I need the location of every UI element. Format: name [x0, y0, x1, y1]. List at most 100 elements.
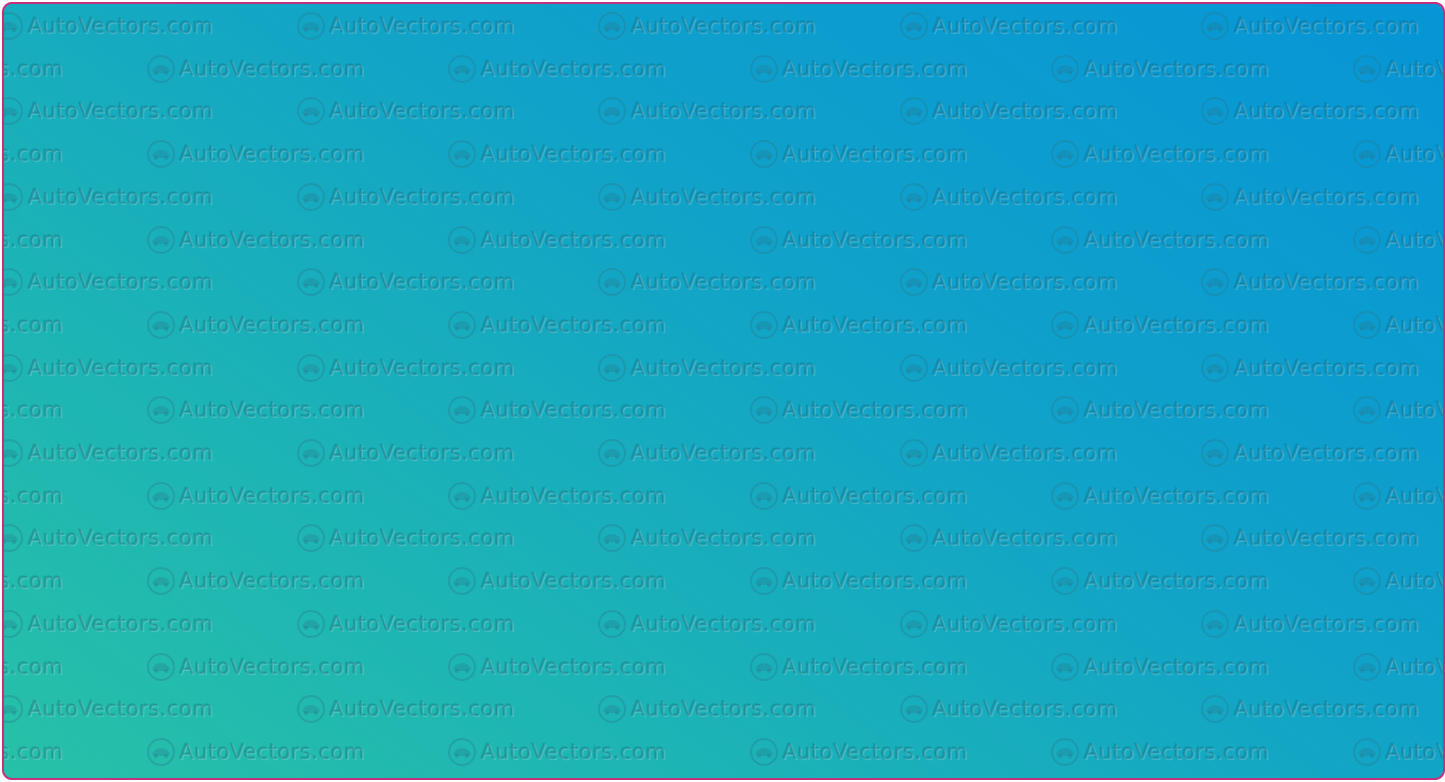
watermark-item: AutoVectors.com: [447, 53, 667, 85]
autovectors-logo-icon: [447, 54, 477, 84]
watermark-item: AutoVectors.com: [1200, 95, 1420, 127]
watermark-item: AutoVectors.com: [4, 480, 64, 512]
watermark-text: AutoVectors.com: [1084, 654, 1270, 679]
watermark-item: AutoVectors.com: [899, 693, 1119, 725]
watermark-text: AutoVectors.com: [4, 398, 64, 423]
watermark-item: AutoVectors.com: [296, 693, 516, 725]
autovectors-logo-icon: [597, 523, 627, 553]
autovectors-logo-icon: [146, 54, 176, 84]
watermark-text: AutoVectors.com: [28, 526, 214, 551]
autovectors-logo-icon: [146, 310, 176, 340]
watermark-text: AutoVectors.com: [4, 483, 64, 508]
watermark-item: AutoVectors.com: [447, 565, 667, 597]
watermark-item: AutoVectors.com: [1200, 352, 1420, 384]
watermark-item: AutoVectors.com: [749, 736, 969, 768]
autovectors-logo-icon: [1352, 737, 1382, 767]
watermark-item: AutoVectors.com: [1050, 224, 1270, 256]
watermark-text: AutoVectors.com: [782, 654, 969, 679]
autovectors-logo-icon: [1352, 395, 1382, 425]
watermark-text: AutoVectors.com: [329, 611, 516, 636]
watermark-item: AutoVectors.com: [1352, 224, 1443, 256]
autovectors-logo-icon: [749, 310, 779, 340]
watermark-text: AutoVectors.com: [28, 270, 214, 295]
watermark-item: AutoVectors.com: [4, 394, 64, 426]
autovectors-logo-icon: [1050, 652, 1080, 682]
watermark-text: AutoVectors.com: [329, 441, 516, 465]
autovectors-logo-icon: [749, 481, 779, 511]
autovectors-logo-icon: [4, 353, 24, 383]
autovectors-logo-icon: [1200, 523, 1230, 553]
autovectors-logo-icon: [899, 353, 929, 383]
watermark-text: AutoVectors.com: [782, 227, 969, 252]
watermark-item: AutoVectors.com: [1050, 651, 1270, 683]
watermark-text: AutoVectors.com: [631, 14, 817, 38]
watermark-item: AutoVectors.com: [146, 394, 366, 426]
autovectors-logo-icon: [1352, 652, 1382, 682]
autovectors-logo-icon: [296, 694, 326, 724]
autovectors-logo-icon: [1200, 694, 1230, 724]
watermark-text: AutoVectors.com: [782, 569, 969, 594]
watermark-text: AutoVectors.com: [1084, 739, 1270, 764]
autovectors-logo-icon: [749, 652, 779, 682]
watermark-text: AutoVectors.com: [481, 227, 667, 252]
watermark-text: AutoVectors.com: [782, 398, 969, 423]
autovectors-logo-icon: [1352, 139, 1382, 169]
watermark-item: AutoVectors.com: [899, 608, 1119, 640]
watermark-text: AutoVectors.com: [4, 312, 64, 337]
autovectors-logo-icon: [749, 395, 779, 425]
watermark-text: AutoVectors.com: [481, 739, 667, 764]
autovectors-logo-icon: [447, 566, 477, 596]
autovectors-logo-icon: [1200, 353, 1230, 383]
autovectors-logo-icon: [1200, 182, 1230, 212]
watermark-text: AutoVectors.com: [28, 355, 214, 380]
watermark-text: AutoVectors.com: [932, 184, 1119, 209]
autovectors-logo-icon: [447, 225, 477, 255]
watermark-text: AutoVectors.com: [631, 526, 817, 551]
watermark-text: AutoVectors.com: [1234, 441, 1420, 465]
autovectors-logo-icon: [597, 182, 627, 212]
watermark-item: AutoVectors.com: [597, 522, 817, 554]
watermark-item: AutoVectors.com: [447, 736, 667, 768]
watermark-item: AutoVectors.com: [1050, 53, 1270, 85]
watermark-text: AutoVectors.com: [1385, 739, 1444, 764]
watermark-text: AutoVectors.com: [1385, 569, 1444, 594]
watermark-item: AutoVectors.com: [899, 522, 1119, 554]
watermark-layer: AutoVectors.com AutoVectors.com AutoVector…: [4, 4, 1443, 778]
watermark-item: AutoVectors.com: [4, 266, 214, 298]
autovectors-logo-icon: [146, 652, 176, 682]
autovectors-logo-icon: [899, 694, 929, 724]
watermark-item: AutoVectors.com: [447, 309, 667, 341]
watermark-text: AutoVectors.com: [179, 569, 366, 594]
watermark-item: AutoVectors.com: [447, 480, 667, 512]
watermark-text: AutoVectors.com: [481, 312, 667, 337]
watermark-item: AutoVectors.com: [899, 266, 1119, 298]
autovectors-logo-icon: [296, 96, 326, 126]
autovectors-logo-icon: [1200, 11, 1230, 41]
watermark-item: AutoVectors.com: [1200, 437, 1420, 469]
autovectors-logo-icon: [597, 96, 627, 126]
watermark-text: AutoVectors.com: [179, 398, 366, 423]
watermark-text: AutoVectors.com: [28, 441, 214, 465]
autovectors-logo-icon: [1352, 566, 1382, 596]
watermark-item: AutoVectors.com: [899, 352, 1119, 384]
watermark-text: AutoVectors.com: [481, 483, 667, 508]
watermark-text: AutoVectors.com: [4, 569, 64, 594]
watermark-text: AutoVectors.com: [1385, 654, 1444, 679]
watermark-item: AutoVectors.com: [296, 352, 516, 384]
autovectors-logo-icon: [597, 267, 627, 297]
watermark-item: AutoVectors.com: [4, 138, 64, 170]
autovectors-logo-icon: [1352, 310, 1382, 340]
watermark-text: AutoVectors.com: [4, 654, 64, 679]
watermark-item: AutoVectors.com: [597, 181, 817, 213]
watermark-item: AutoVectors.com: [4, 309, 64, 341]
watermark-text: AutoVectors.com: [631, 270, 817, 295]
watermark-text: AutoVectors.com: [28, 611, 214, 636]
watermark-text: AutoVectors.com: [481, 654, 667, 679]
watermark-item: AutoVectors.com: [1200, 522, 1420, 554]
autovectors-logo-icon: [899, 523, 929, 553]
autovectors-logo-icon: [597, 353, 627, 383]
watermark-item: AutoVectors.com: [146, 651, 366, 683]
watermark-text: AutoVectors.com: [1084, 142, 1270, 167]
autovectors-logo-icon: [447, 395, 477, 425]
autovectors-logo-icon: [899, 438, 929, 468]
